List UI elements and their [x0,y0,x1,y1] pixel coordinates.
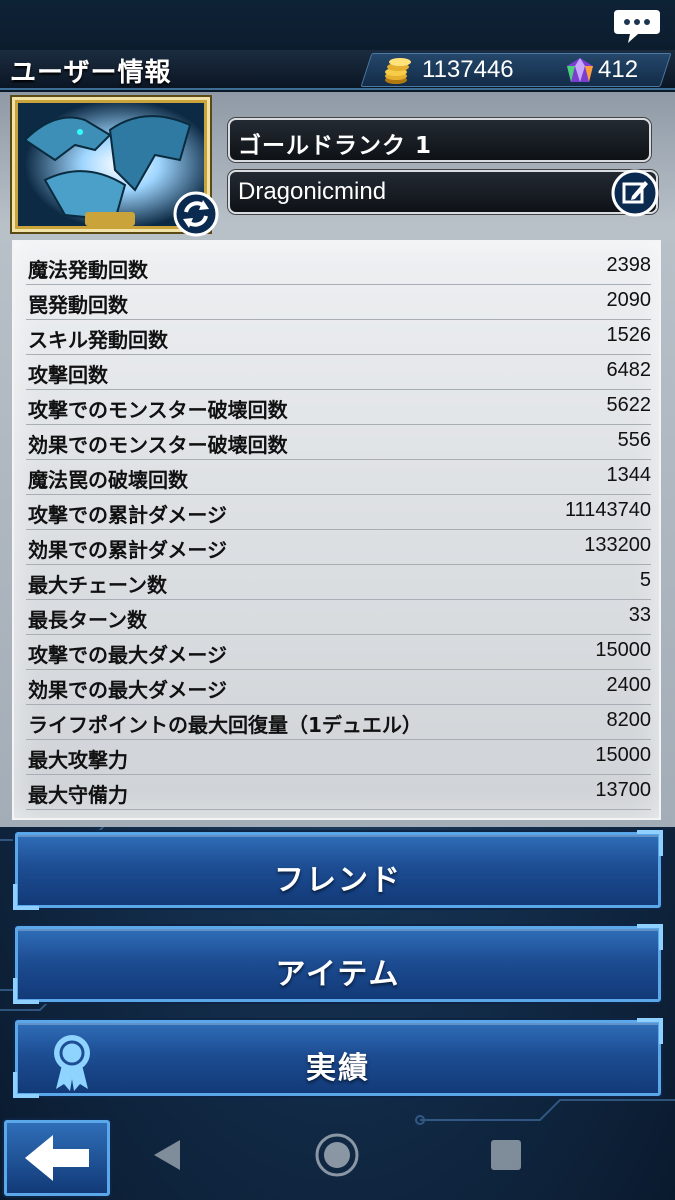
stat-value: 5 [639,569,651,591]
triangle-back-icon[interactable] [150,1138,182,1172]
edit-icon[interactable] [610,168,660,218]
stats-panel: 魔法発動回数 2398 罠発動回数 2090 スキル発動回数 1526 攻撃回数 6482 攻撃… [12,240,661,820]
stat-value: 5622 [606,394,652,416]
stat-row: ライフポイントの最大回復量（1デュエル） 8200 [26,705,651,740]
stat-value: 1526 [606,324,652,346]
stat-label: 罠発動回数 [28,293,128,317]
achievements-button-label: 実績 [306,1051,370,1086]
stat-value: 1344 [606,464,652,486]
stat-value: 33 [628,604,651,626]
stat-label: 魔法発動回数 [28,258,148,282]
stat-label: 攻撃回数 [28,363,108,387]
back-button[interactable] [4,1120,110,1196]
refresh-icon[interactable] [172,190,220,238]
stat-label: 魔法罠の破壊回数 [28,468,188,492]
stat-value: 2398 [606,254,652,276]
friend-button[interactable]: フレンド [13,830,663,910]
gem-amount: 412 [598,56,639,83]
stat-row: 効果でのモンスター破壊回数 556 [26,425,651,460]
stat-row: 効果での最大ダメージ 2400 [26,670,651,705]
friend-button-label: フレンド [274,863,402,898]
stat-label: ライフポイントの最大回復量（1デュエル） [28,713,422,737]
stat-row: 攻撃回数 6482 [26,355,651,390]
stat-value: 6482 [606,359,652,381]
stat-label: 最長ターン数 [28,608,147,632]
stat-row: 最大守備力 13700 [26,775,651,810]
achievements-button[interactable]: 実績 [13,1018,663,1098]
stat-value: 133200 [584,534,651,556]
stat-value: 13700 [595,779,651,801]
rank-label: ゴールドランク 1 [238,133,433,159]
stat-row: 最長ターン数 33 [26,600,651,635]
stat-label: 最大チェーン数 [28,573,167,597]
crystal-gem-icon [567,58,593,82]
item-button[interactable]: アイテム [13,924,663,1004]
stat-label: スキル発動回数 [28,328,168,352]
stat-label: 攻撃での累計ダメージ [28,503,227,527]
stat-value: 8200 [606,709,652,731]
stat-row: 罠発動回数 2090 [26,285,651,320]
page-title: ユーザー情報 [10,58,172,88]
stat-row: 攻撃での累計ダメージ 11143740 [26,495,651,530]
stat-row: 攻撃での最大ダメージ 15000 [26,635,651,670]
back-arrow-icon [25,1135,89,1181]
gold-amount: 1137446 [422,56,514,83]
stat-row: スキル発動回数 1526 [26,320,651,355]
stat-value: 11143740 [564,499,651,521]
item-button-label: アイテム [275,957,401,992]
stat-label: 最大守備力 [28,783,128,807]
stat-label: 効果での累計ダメージ [28,538,227,562]
gold-coins-icon [385,58,411,84]
square-recents-icon[interactable] [491,1140,521,1170]
username-label: Dragonicmind [238,178,387,205]
stat-label: 最大攻撃力 [28,748,128,772]
stat-row: 魔法発動回数 2398 [26,250,651,285]
stat-label: 効果での最大ダメージ [28,678,227,702]
stat-row: 魔法罠の破壊回数 1344 [26,460,651,495]
stat-label: 効果でのモンスター破壊回数 [28,433,288,457]
chat-bubble-icon[interactable] [612,6,662,46]
stat-row: 最大攻撃力 15000 [26,740,651,775]
stat-row: 最大チェーン数 5 [26,565,651,600]
stat-label: 攻撃でのモンスター破壊回数 [28,398,288,422]
circle-home-icon[interactable] [314,1132,360,1178]
stat-value: 2400 [606,674,652,696]
stat-label: 攻撃での最大ダメージ [28,643,227,667]
stat-value: 2090 [606,289,652,311]
stat-value: 15000 [595,744,651,766]
stat-value: 15000 [595,639,651,661]
stat-row: 効果での累計ダメージ 133200 [26,530,651,565]
stat-value: 556 [617,429,651,451]
stat-row: 攻撃でのモンスター破壊回数 5622 [26,390,651,425]
